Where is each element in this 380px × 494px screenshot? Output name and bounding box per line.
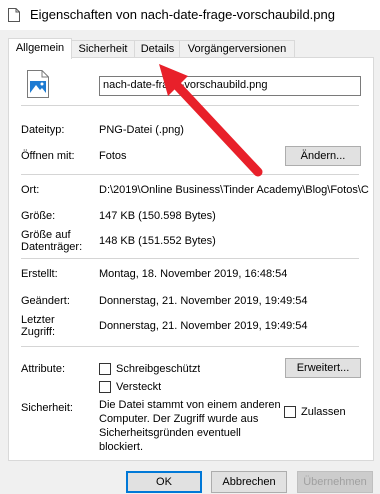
separator (21, 346, 359, 347)
modified-label: Geändert: (21, 295, 70, 307)
sizeondisk-label-2: Datenträger: (21, 241, 83, 253)
separator (21, 174, 359, 175)
sizeondisk-value: 148 KB (151.552 Bytes) (99, 235, 216, 247)
image-file-icon (27, 70, 49, 98)
tab-allgemein[interactable]: Allgemein (8, 38, 72, 59)
modified-value: Donnerstag, 21. November 2019, 19:49:54 (99, 295, 308, 307)
security-text-line-3: Sicherheitsgründen eventuell (99, 427, 241, 439)
hidden-checkbox[interactable] (99, 381, 111, 393)
tab-vorgaengerversionen[interactable]: Vorgängerversionen (179, 40, 295, 58)
unblock-label: Zulassen (301, 406, 346, 418)
created-label: Erstellt: (21, 268, 58, 280)
readonly-label: Schreibgeschützt (116, 363, 201, 375)
apply-button: Übernehmen (297, 471, 373, 493)
change-button[interactable]: Ändern... (285, 146, 361, 166)
cancel-button[interactable]: Abbrechen (211, 471, 287, 493)
filetype-label: Dateityp: (21, 124, 65, 136)
location-value: D:\2019\Online Business\Tinder Academy\B… (99, 184, 369, 196)
separator (21, 105, 359, 106)
size-label: Größe: (21, 210, 56, 222)
attributes-label: Attribute: (21, 363, 66, 375)
general-panel: nach-date-frage-vorschaubild.png Dateity… (8, 57, 374, 461)
filetype-value: PNG-Datei (.png) (99, 124, 184, 136)
tab-sicherheit[interactable]: Sicherheit (70, 40, 136, 58)
dialog-footer: OK Abbrechen Übernehmen (0, 460, 380, 494)
security-text-line-1: Die Datei stammt von einem anderen (99, 399, 281, 411)
accessed-value: Donnerstag, 21. November 2019, 19:49:54 (99, 320, 308, 332)
title-bar: Eigenschaften von nach-date-frage-vorsch… (0, 0, 380, 30)
advanced-button[interactable]: Erweitert... (285, 358, 361, 378)
security-label: Sicherheit: (21, 402, 73, 414)
tab-details[interactable]: Details (134, 40, 181, 58)
separator (21, 258, 359, 259)
hidden-label: Versteckt (116, 381, 162, 393)
location-label: Ort: (21, 184, 40, 196)
window-title: Eigenschaften von nach-date-frage-vorsch… (30, 7, 335, 22)
unblock-checkbox[interactable] (284, 406, 296, 418)
readonly-checkbox[interactable] (99, 363, 111, 375)
ok-button[interactable]: OK (126, 471, 202, 493)
openwith-value: Fotos (99, 150, 127, 162)
openwith-label: Öffnen mit: (21, 150, 75, 162)
accessed-label-2: Zugriff: (21, 326, 56, 338)
size-value: 147 KB (150.598 Bytes) (99, 210, 216, 222)
document-icon (8, 8, 20, 22)
security-text-line-2: Computer. Der Zugriff wurde aus (99, 413, 259, 425)
security-text-line-4: blockiert. (99, 441, 144, 453)
filename-input[interactable]: nach-date-frage-vorschaubild.png (99, 76, 361, 96)
created-value: Montag, 18. November 2019, 16:48:54 (99, 268, 288, 280)
